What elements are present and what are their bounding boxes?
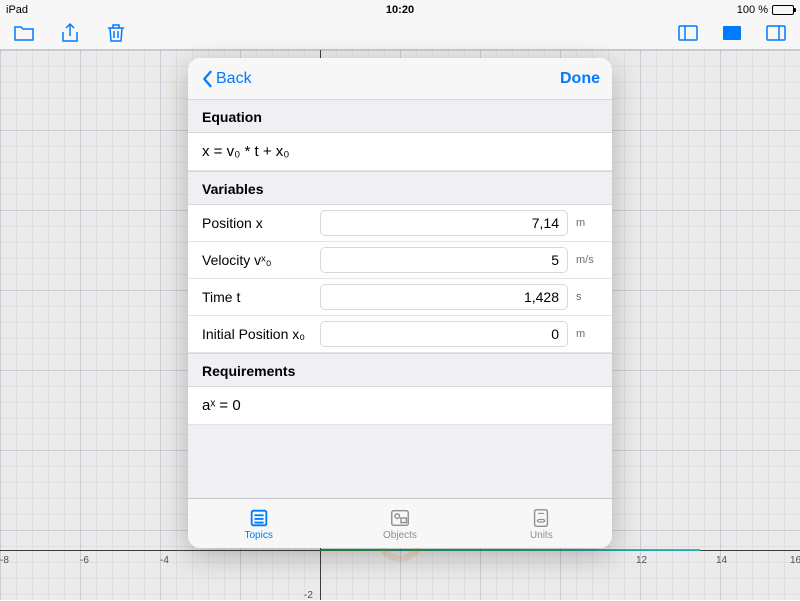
device-label: iPad [6,4,28,16]
folder-icon[interactable] [12,21,36,45]
popover-header: Back Done [188,58,612,100]
tab-objects[interactable]: Objects [329,499,470,548]
popover-body: Equation x = v₀ * t + x₀ Variables Posit… [188,100,612,498]
equation-popover: Back Done Equation x = v₀ * t + x₀ Varia… [188,58,612,548]
trash-icon[interactable] [104,21,128,45]
equation-cell: x = v₀ * t + x₀ [188,133,612,171]
variable-unit: m [576,328,602,340]
variable-row-initial-position: Initial Position x₀ m [188,316,612,353]
statusbar: iPad 10:20 100 % [0,0,800,20]
clock: 10:20 [386,4,414,16]
objects-icon [388,507,412,529]
section-header-variables: Variables [188,171,612,205]
variable-input-position[interactable] [320,210,568,236]
units-icon [529,507,553,529]
panel-left-icon[interactable] [676,21,700,45]
requirement-cell: aˣ = 0 [188,387,612,425]
section-header-equation: Equation [188,100,612,133]
variable-input-time[interactable] [320,284,568,310]
topics-icon [247,507,271,529]
variable-unit: s [576,291,602,303]
panel-solid-icon[interactable] [720,21,744,45]
variable-unit: m [576,217,602,229]
battery-percent: 100 % [737,4,768,16]
popover-tabbar: Topics Objects Units [188,498,612,548]
tab-topics[interactable]: Topics [188,499,329,548]
variable-row-velocity: Velocity vˣ₀ m/s [188,242,612,279]
section-header-requirements: Requirements [188,353,612,387]
variable-row-position: Position x m [188,205,612,242]
variable-label: Initial Position x₀ [202,326,312,342]
variable-input-initial-position[interactable] [320,321,568,347]
variable-unit: m/s [576,254,602,266]
tab-units[interactable]: Units [471,499,612,548]
variable-label: Velocity vˣ₀ [202,252,312,268]
variable-label: Position x [202,215,312,231]
back-label: Back [216,70,252,88]
battery-icon [772,5,794,15]
chevron-left-icon [200,70,214,88]
share-icon[interactable] [58,21,82,45]
tab-label: Topics [244,530,272,541]
done-button[interactable]: Done [560,70,600,88]
panel-right-icon[interactable] [764,21,788,45]
tab-label: Units [530,530,553,541]
variable-input-velocity[interactable] [320,247,568,273]
variable-row-time: Time t s [188,279,612,316]
variable-label: Time t [202,289,312,305]
back-button[interactable]: Back [200,70,252,88]
tab-label: Objects [383,530,417,541]
